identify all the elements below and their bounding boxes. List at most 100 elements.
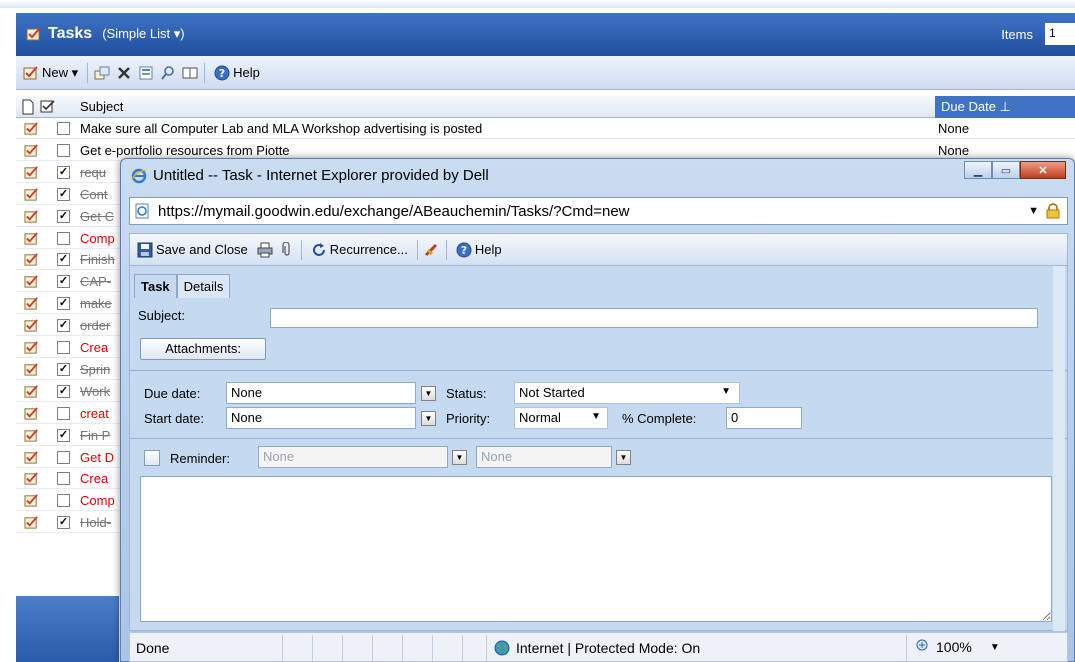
task-form: Task Details Subject: Attachments: Due d…: [129, 266, 1068, 631]
task-complete-checkbox[interactable]: [57, 450, 70, 464]
close-button[interactable]: ✕: [1020, 161, 1066, 179]
task-complete-checkbox[interactable]: [57, 122, 70, 135]
task-complete-checkbox[interactable]: ✓: [57, 165, 70, 179]
save-and-close-button[interactable]: Save and Close: [134, 238, 251, 262]
task-subject[interactable]: Get C: [80, 209, 125, 224]
task-complete-checkbox[interactable]: ✓: [57, 187, 70, 201]
zoom-control[interactable]: 100% ▼: [916, 639, 1000, 655]
mark-complete-icon[interactable]: [424, 242, 440, 258]
delete-icon[interactable]: [116, 65, 132, 81]
task-complete-checkbox[interactable]: [57, 406, 70, 420]
table-row[interactable]: Make sure all Computer Lab and MLA Works…: [16, 119, 1075, 139]
reminder-time-dropdown-icon[interactable]: ▼: [616, 450, 631, 465]
task-subject[interactable]: Sprin: [80, 362, 125, 377]
print-icon[interactable]: [257, 242, 273, 258]
ie-icon: [131, 168, 147, 183]
percent-complete-input[interactable]: 0: [726, 407, 802, 429]
task-subject[interactable]: Finish: [80, 252, 125, 267]
url-text[interactable]: https://mymail.goodwin.edu/exchange/ABea…: [158, 203, 630, 220]
status-select[interactable]: Not Started ▼: [514, 382, 740, 404]
due-date-field[interactable]: None: [226, 382, 416, 404]
security-zone-text: Internet | Protected Mode: On: [516, 640, 701, 656]
start-date-picker-icon[interactable]: ▼: [421, 411, 436, 426]
task-subject[interactable]: CAP-: [80, 274, 125, 289]
subject-column[interactable]: Subject: [80, 99, 123, 114]
reminder-checkbox[interactable]: [144, 450, 160, 466]
start-date-field[interactable]: None: [226, 407, 416, 429]
task-subject[interactable]: order: [80, 318, 125, 333]
popup-help-button[interactable]: ? Help: [453, 238, 505, 262]
minimize-button[interactable]: ▁: [964, 161, 992, 179]
task-complete-checkbox[interactable]: ✓: [57, 384, 70, 398]
priority-select[interactable]: Normal ▼: [514, 407, 608, 429]
task-complete-checkbox[interactable]: [57, 472, 70, 486]
priority-label: Priority:: [446, 411, 491, 426]
task-complete-checkbox[interactable]: ✓: [57, 275, 70, 289]
task-subject[interactable]: Get D: [80, 450, 125, 465]
task-complete-checkbox[interactable]: ✓: [57, 319, 70, 333]
task-complete-checkbox[interactable]: ✓: [57, 362, 70, 376]
task-icon: [24, 362, 39, 377]
task-complete-checkbox[interactable]: [57, 341, 70, 354]
attachments-button[interactable]: Attachments:: [140, 338, 266, 360]
task-subject[interactable]: Crea: [80, 340, 125, 355]
new-button[interactable]: New ▾: [20, 61, 81, 85]
recurrence-button[interactable]: Recurrence...: [308, 238, 411, 262]
start-date-label: Start date:: [144, 411, 204, 426]
tab-details[interactable]: Details: [176, 274, 231, 298]
notes-textarea[interactable]: [140, 476, 1052, 622]
new-task-icon: [23, 65, 38, 79]
help-button[interactable]: ? Help: [211, 61, 263, 85]
tab-task[interactable]: Task: [134, 274, 177, 298]
subject-label: Subject:: [138, 308, 185, 323]
status-label: Status:: [446, 386, 487, 401]
task-subject[interactable]: Crea: [80, 471, 125, 486]
due-date-picker-icon[interactable]: ▼: [421, 386, 436, 401]
tasks-title: Tasks (Simple List ▾): [26, 25, 185, 43]
address-bar[interactable]: https://mymail.goodwin.edu/exchange/ABea…: [129, 197, 1068, 225]
task-subject[interactable]: Cont: [80, 187, 125, 202]
item-type-icon[interactable]: [20, 99, 36, 115]
owa-toolbar: New ▾ ? Help: [16, 56, 1075, 90]
move-icon[interactable]: [94, 65, 110, 81]
reminder-date-picker-icon[interactable]: ▼: [452, 450, 467, 465]
status-divider: [906, 635, 907, 661]
view-selector[interactable]: (Simple List ▾): [102, 26, 184, 42]
maximize-button[interactable]: ▭: [992, 161, 1020, 179]
task-subject[interactable]: make: [80, 296, 125, 311]
task-complete-checkbox[interactable]: [57, 231, 70, 245]
subject-input[interactable]: [270, 308, 1038, 328]
task-complete-checkbox[interactable]: ✓: [57, 253, 70, 267]
lock-icon[interactable]: [1045, 203, 1061, 219]
task-icon: [24, 471, 39, 486]
task-subject[interactable]: Comp: [80, 231, 125, 246]
chevron-down-icon[interactable]: ▼: [1028, 205, 1039, 217]
column-icons: [20, 99, 56, 115]
tasks-header: Tasks (Simple List ▾) Items 1: [16, 13, 1075, 56]
task-subject[interactable]: Comp: [80, 493, 125, 508]
task-complete-checkbox[interactable]: ✓: [57, 428, 70, 442]
complete-column-icon[interactable]: [40, 99, 56, 115]
reminder-time-field[interactable]: None: [476, 446, 612, 468]
task-subject[interactable]: Get e-portfolio resources from Piotte: [80, 143, 930, 158]
find-icon[interactable]: [160, 65, 176, 81]
task-subject[interactable]: Hold-: [80, 515, 125, 530]
reminder-date-field[interactable]: None: [258, 446, 448, 468]
task-complete-checkbox[interactable]: ✓: [57, 516, 70, 530]
task-complete-checkbox[interactable]: ✓: [57, 209, 70, 223]
attachment-icon[interactable]: [279, 241, 295, 258]
task-subject[interactable]: Fin P: [80, 428, 125, 443]
task-complete-checkbox[interactable]: ✓: [57, 297, 70, 311]
task-complete-checkbox[interactable]: [57, 494, 70, 508]
address-book-icon[interactable]: [182, 65, 198, 81]
categorize-icon[interactable]: [138, 65, 154, 81]
task-subject[interactable]: requ: [80, 165, 125, 180]
task-complete-checkbox[interactable]: [57, 143, 70, 157]
due-date-column[interactable]: Due Date ⊥: [935, 96, 1075, 118]
task-subject[interactable]: Work: [80, 384, 125, 399]
scrollbar[interactable]: [1053, 266, 1065, 631]
task-subject[interactable]: creat: [80, 406, 125, 421]
task-icon: [24, 231, 39, 246]
security-zone[interactable]: Internet | Protected Mode: On: [494, 640, 700, 656]
task-subject[interactable]: Make sure all Computer Lab and MLA Works…: [80, 121, 930, 136]
